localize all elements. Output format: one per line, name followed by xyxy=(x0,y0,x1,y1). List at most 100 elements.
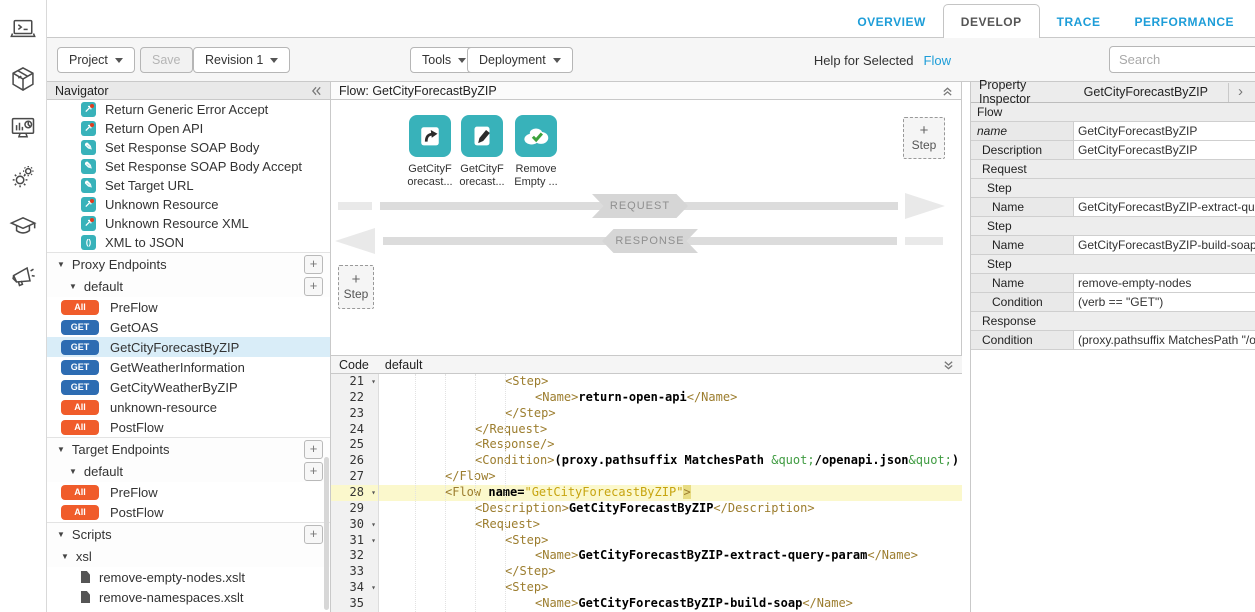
add-flow-button[interactable]: + xyxy=(304,277,323,296)
assign-message-icon[interactable] xyxy=(461,115,503,157)
code-line[interactable]: <Description>GetCityForecastByZIP</Descr… xyxy=(379,501,962,517)
section-proxy-endpoints[interactable]: ▼ Proxy Endpoints + xyxy=(47,252,330,275)
property-value[interactable]: (verb == "GET") xyxy=(1074,293,1255,311)
collapse-up-icon[interactable] xyxy=(942,85,953,97)
chevron-right-icon[interactable]: › xyxy=(1228,83,1247,102)
add-script-button[interactable]: + xyxy=(304,525,323,544)
line-number[interactable]: 24 xyxy=(331,422,378,438)
line-number[interactable]: 25 xyxy=(331,437,378,453)
property-label: Response xyxy=(971,312,1074,330)
policy-item[interactable]: ↗Return Open API xyxy=(47,119,330,138)
policy-item[interactable]: ↗Return Generic Error Accept xyxy=(47,100,330,119)
code-editor[interactable]: 21▾22232425262728▾2930▾31▾323334▾35 <Ste… xyxy=(331,374,962,612)
section-scripts[interactable]: ▼ Scripts + xyxy=(47,522,330,545)
line-number[interactable]: 22 xyxy=(331,390,378,406)
flow-item-GetCityForecastByZIP[interactable]: GET GetCityForecastByZIP xyxy=(47,337,330,357)
add-target-endpoint-button[interactable]: + xyxy=(304,440,323,459)
policy-item[interactable]: ✎Set Response SOAP Body Accept xyxy=(47,157,330,176)
learn-icon[interactable] xyxy=(9,212,37,240)
line-number[interactable]: 29 xyxy=(331,501,378,517)
flow-step-2[interactable]: GetCityForecast... xyxy=(456,115,508,189)
property-value[interactable]: GetCityForecastByZIP-build-soap xyxy=(1074,236,1255,254)
tab-performance[interactable]: PERFORMANCE xyxy=(1117,5,1251,38)
add-step-button-request[interactable]: +Step xyxy=(903,117,945,159)
script-file-remove-namespaces.xslt[interactable]: remove-namespaces.xslt xyxy=(47,587,330,607)
save-button[interactable]: Save xyxy=(140,47,193,73)
xsl-transform-icon[interactable] xyxy=(515,115,557,157)
flow-item-GetCityWeatherByZIP[interactable]: GET GetCityWeatherByZIP xyxy=(47,377,330,397)
property-value[interactable]: remove-empty-nodes xyxy=(1074,274,1255,292)
line-number[interactable]: 28▾ xyxy=(331,485,378,501)
policy-item[interactable]: ✎Set Response SOAP Body xyxy=(47,138,330,157)
flow-item-PostFlow[interactable]: All PostFlow xyxy=(47,417,330,437)
extract-variables-icon[interactable] xyxy=(409,115,451,157)
deployment-menu-button[interactable]: Deployment xyxy=(467,47,573,73)
policy-item[interactable]: ↗Unknown Resource XML xyxy=(47,214,330,233)
target-endpoint-default[interactable]: ▼ default + xyxy=(47,460,330,482)
collapse-left-icon[interactable] xyxy=(311,85,322,97)
code-line[interactable]: <Step> xyxy=(379,374,962,390)
code-line[interactable]: <Step> xyxy=(379,533,962,549)
project-menu-button[interactable]: Project xyxy=(57,47,135,73)
proxy-endpoint-default[interactable]: ▼ default + xyxy=(47,275,330,297)
code-line[interactable]: <Step> xyxy=(379,580,962,596)
code-line[interactable]: <Flow name="GetCityForecastByZIP"> xyxy=(379,485,962,501)
code-line[interactable]: </Step> xyxy=(379,406,962,422)
flow-item-PreFlow[interactable]: All PreFlow xyxy=(47,482,330,502)
announcements-icon[interactable] xyxy=(9,261,37,289)
line-number[interactable]: 30▾ xyxy=(331,517,378,533)
code-line[interactable]: <Response/> xyxy=(379,437,962,453)
script-file-remove-empty-nodes.xslt[interactable]: remove-empty-nodes.xslt xyxy=(47,567,330,587)
terminal-icon[interactable] xyxy=(9,16,37,44)
triangle-down-icon: ▼ xyxy=(69,467,77,476)
tab-develop[interactable]: DEVELOP xyxy=(943,4,1040,38)
property-value[interactable]: GetCityForecastByZIP xyxy=(1074,141,1255,159)
add-step-button-response[interactable]: +Step xyxy=(338,265,374,309)
flow-step-3[interactable]: RemoveEmpty ... xyxy=(510,115,562,189)
code-line[interactable]: <Name>GetCityForecastByZIP-extract-query… xyxy=(379,548,962,564)
property-value[interactable]: GetCityForecastByZIP-extract-query-param xyxy=(1074,198,1255,216)
line-number[interactable]: 23 xyxy=(331,406,378,422)
code-line[interactable]: <Condition>(proxy.pathsuffix MatchesPath… xyxy=(379,453,962,469)
api-proxies-icon[interactable] xyxy=(9,65,37,93)
line-number[interactable]: 34▾ xyxy=(331,580,378,596)
tab-trace[interactable]: TRACE xyxy=(1040,5,1118,38)
section-target-endpoints[interactable]: ▼ Target Endpoints + xyxy=(47,437,330,460)
code-line[interactable]: </Step> xyxy=(379,564,962,580)
add-target-flow-button[interactable]: + xyxy=(304,462,323,481)
code-line[interactable]: <Name>GetCityForecastByZIP-build-soap</N… xyxy=(379,596,962,612)
scripts-xsl-group[interactable]: ▼ xsl xyxy=(47,545,330,567)
property-value[interactable]: GetCityForecastByZIP xyxy=(1074,122,1255,140)
policy-item[interactable]: ✎Set Target URL xyxy=(47,176,330,195)
policy-item[interactable]: ↗Unknown Resource xyxy=(47,195,330,214)
help-flow-link[interactable]: Flow xyxy=(924,53,951,68)
code-line[interactable]: </Request> xyxy=(379,422,962,438)
line-number[interactable]: 35 xyxy=(331,596,378,612)
tab-overview[interactable]: OVERVIEW xyxy=(840,5,942,38)
collapse-down-icon[interactable] xyxy=(943,359,954,371)
flow-item-PostFlow[interactable]: All PostFlow xyxy=(47,502,330,522)
line-number[interactable]: 31▾ xyxy=(331,533,378,549)
line-number[interactable]: 26 xyxy=(331,453,378,469)
navigator-scrollbar[interactable] xyxy=(324,457,329,610)
flow-item-PreFlow[interactable]: All PreFlow xyxy=(47,297,330,317)
code-line[interactable]: <Name>return-open-api</Name> xyxy=(379,390,962,406)
line-number[interactable]: 27 xyxy=(331,469,378,485)
flow-step-1[interactable]: GetCityForecast... xyxy=(404,115,456,189)
code-line[interactable]: <Request> xyxy=(379,517,962,533)
line-number[interactable]: 33 xyxy=(331,564,378,580)
code-lines[interactable]: <Step><Name>return-open-api</Name></Step… xyxy=(379,374,962,612)
property-value[interactable]: (proxy.pathsuffix MatchesPath "/openapi.… xyxy=(1074,331,1255,349)
flow-item-GetOAS[interactable]: GET GetOAS xyxy=(47,317,330,337)
analytics-icon[interactable] xyxy=(9,114,37,142)
flow-item-GetWeatherInformation[interactable]: GET GetWeatherInformation xyxy=(47,357,330,377)
line-number[interactable]: 32 xyxy=(331,548,378,564)
policy-item[interactable]: ()XML to JSON xyxy=(47,233,330,252)
flow-item-unknown-resource[interactable]: All unknown-resource xyxy=(47,397,330,417)
admin-gears-icon[interactable] xyxy=(9,163,37,191)
revision-menu-button[interactable]: Revision 1 xyxy=(193,47,290,73)
search-input[interactable] xyxy=(1109,46,1255,73)
code-line[interactable]: </Flow> xyxy=(379,469,962,485)
add-proxy-endpoint-button[interactable]: + xyxy=(304,255,323,274)
line-number[interactable]: 21▾ xyxy=(331,374,378,390)
